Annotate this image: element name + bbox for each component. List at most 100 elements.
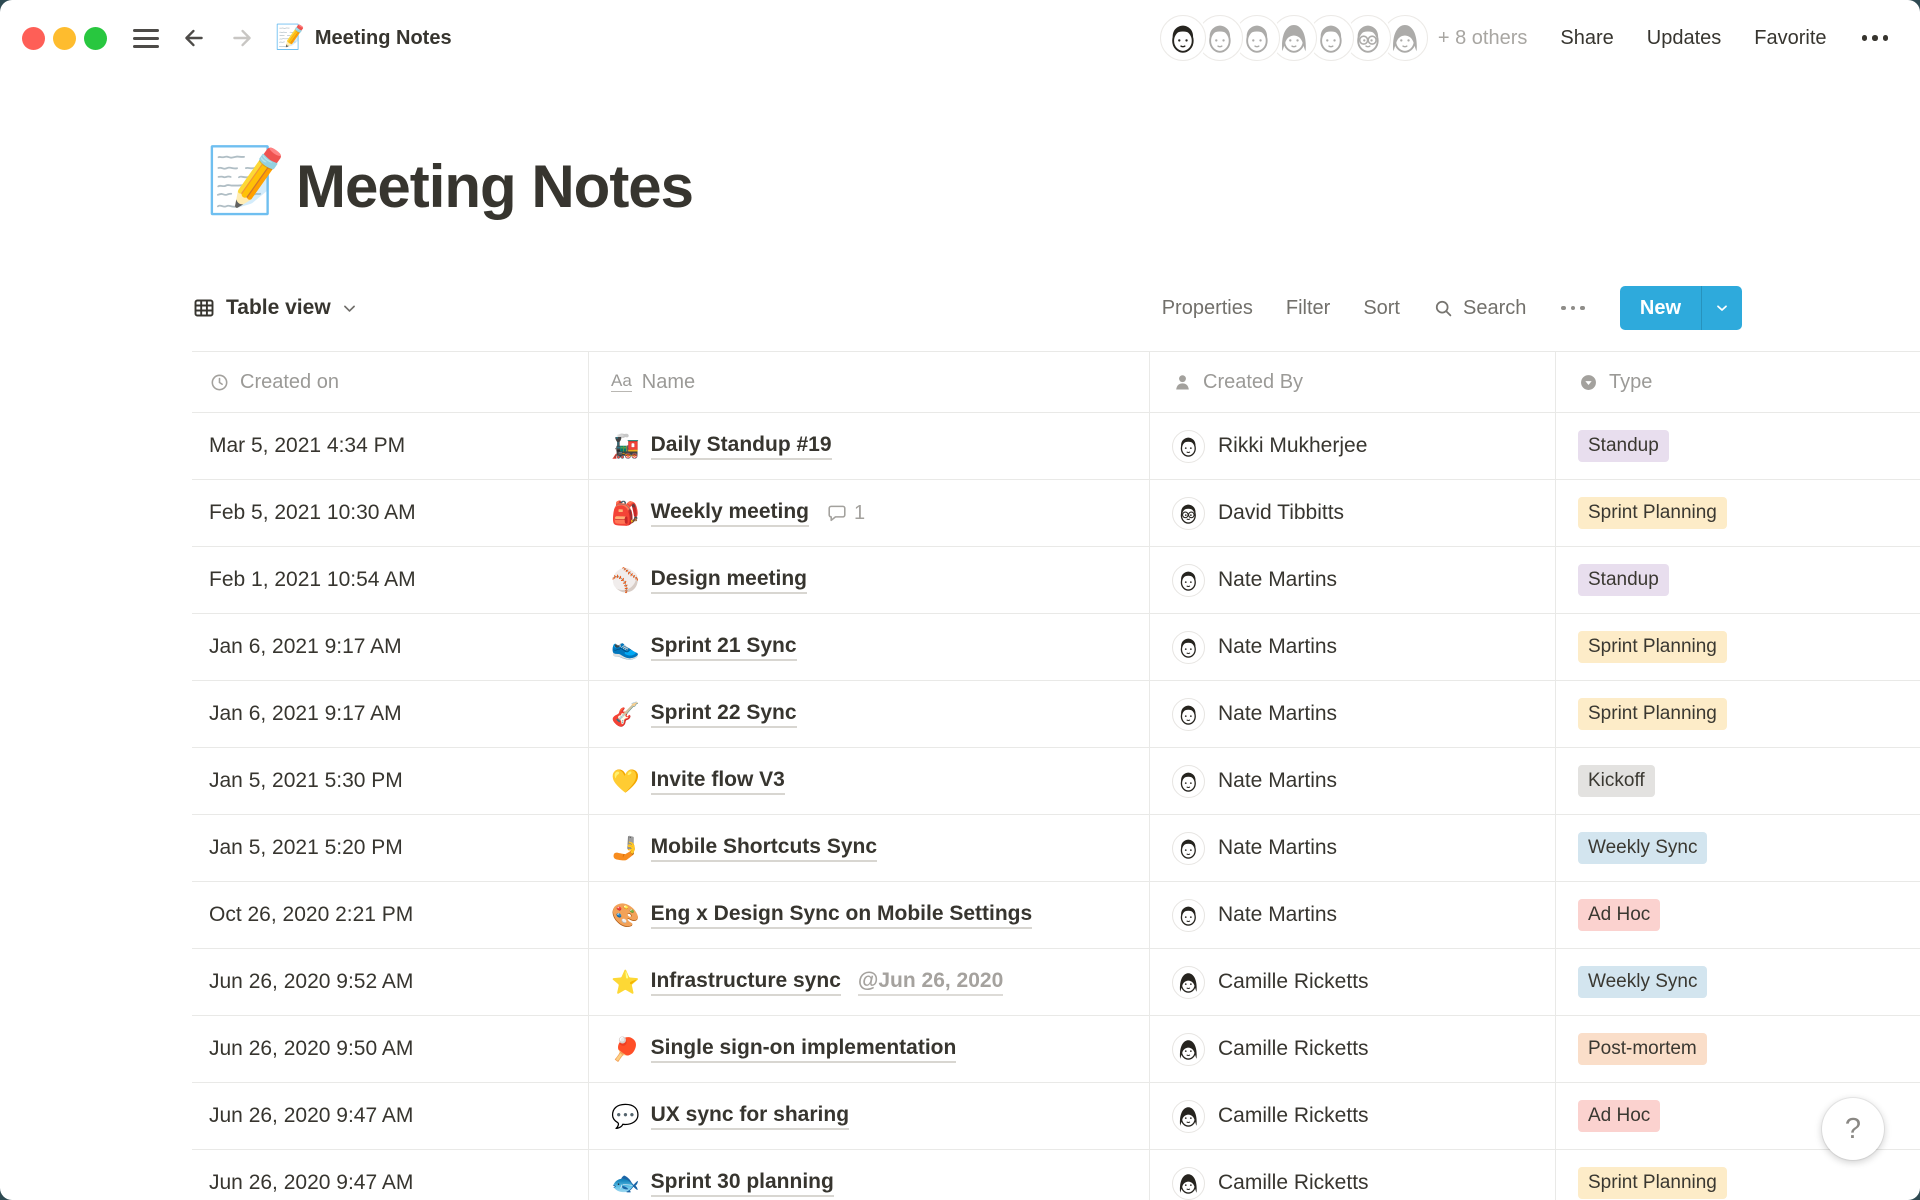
created-on-cell[interactable]: Jan 5, 2021 5:30 PM: [192, 748, 589, 814]
page-link[interactable]: Eng x Design Sync on Mobile Settings: [651, 902, 1033, 929]
breadcrumb[interactable]: 📝 Meeting Notes: [275, 26, 452, 50]
page-link[interactable]: UX sync for sharing: [651, 1103, 849, 1130]
created-on-cell[interactable]: Jun 26, 2020 9:47 AM: [192, 1150, 589, 1200]
name-cell[interactable]: 🚂 Daily Standup #19: [589, 413, 1150, 479]
created-on-cell[interactable]: Feb 1, 2021 10:54 AM: [192, 547, 589, 613]
created-on-cell[interactable]: Oct 26, 2020 2:21 PM: [192, 882, 589, 948]
created-on-cell[interactable]: Jan 5, 2021 5:20 PM: [192, 815, 589, 881]
type-cell[interactable]: Sprint Planning: [1556, 681, 1920, 747]
name-cell[interactable]: ⭐ Infrastructure sync @Jun 26, 2020: [589, 949, 1150, 1015]
created-on-cell[interactable]: Feb 5, 2021 10:30 AM: [192, 480, 589, 546]
page-emoji-icon: 💛: [611, 770, 640, 793]
name-cell[interactable]: 💛 Invite flow V3: [589, 748, 1150, 814]
created-by-cell[interactable]: Nate Martins: [1150, 815, 1556, 881]
more-options-icon[interactable]: [1860, 29, 1891, 47]
created-by-cell[interactable]: David Tibbitts: [1150, 480, 1556, 546]
name-cell[interactable]: 🎸Sprint 22 Sync: [589, 681, 1150, 747]
back-button[interactable]: [177, 21, 211, 55]
others-count[interactable]: + 8 others: [1438, 27, 1528, 50]
column-header-type[interactable]: Type: [1556, 352, 1920, 412]
created-on-cell[interactable]: Jun 26, 2020 9:50 AM: [192, 1016, 589, 1082]
date-mention[interactable]: @Jun 26, 2020: [858, 969, 1003, 996]
created-by-cell[interactable]: Nate Martins: [1150, 547, 1556, 613]
created-on-cell[interactable]: Jun 26, 2020 9:52 AM: [192, 949, 589, 1015]
page-link[interactable]: Sprint 21 Sync: [651, 634, 797, 661]
created-by-cell[interactable]: Camille Ricketts: [1150, 1083, 1556, 1149]
page-title[interactable]: Meeting Notes: [296, 152, 693, 221]
new-button[interactable]: New: [1620, 286, 1742, 330]
created-on-cell[interactable]: Mar 5, 2021 4:34 PM: [192, 413, 589, 479]
type-cell[interactable]: Ad Hoc: [1556, 882, 1920, 948]
column-header-created-on[interactable]: Created on: [192, 352, 589, 412]
filter-button[interactable]: Filter: [1286, 297, 1330, 320]
created-by-cell[interactable]: Camille Ricketts: [1150, 949, 1556, 1015]
help-button[interactable]: ?: [1822, 1098, 1884, 1160]
comment-indicator[interactable]: 1: [826, 502, 865, 525]
name-cell[interactable]: 🎨Eng x Design Sync on Mobile Settings: [589, 882, 1150, 948]
created-on-cell[interactable]: Jan 6, 2021 9:17 AM: [192, 614, 589, 680]
name-cell[interactable]: 🏓Single sign-on implementation: [589, 1016, 1150, 1082]
created-by-cell[interactable]: Nate Martins: [1150, 614, 1556, 680]
type-cell[interactable]: Sprint Planning: [1556, 614, 1920, 680]
type-cell[interactable]: Sprint Planning: [1556, 480, 1920, 546]
page-link[interactable]: Invite flow V3: [651, 768, 785, 795]
page-link[interactable]: Weekly meeting: [651, 500, 809, 527]
column-header-name[interactable]: AaName: [589, 352, 1150, 412]
view-switcher[interactable]: Table view: [192, 296, 358, 320]
avatar-stack[interactable]: [1160, 15, 1428, 61]
page-link[interactable]: Design meeting: [651, 567, 807, 594]
page-link[interactable]: Mobile Shortcuts Sync: [651, 835, 877, 862]
page-link[interactable]: Infrastructure sync: [651, 969, 841, 996]
name-cell[interactable]: 👟Sprint 21 Sync: [589, 614, 1150, 680]
type-cell[interactable]: Weekly Sync: [1556, 815, 1920, 881]
view-options-icon[interactable]: [1559, 300, 1587, 317]
type-cell[interactable]: Kickoff: [1556, 748, 1920, 814]
created-by-cell[interactable]: Nate Martins: [1150, 748, 1556, 814]
page-link[interactable]: Daily Standup #19: [651, 433, 832, 460]
created-by-cell[interactable]: Rikki Mukherjee: [1150, 413, 1556, 479]
created-by-cell[interactable]: Camille Ricketts: [1150, 1150, 1556, 1200]
page-link[interactable]: Sprint 30 planning: [651, 1170, 834, 1197]
created-by-cell[interactable]: Nate Martins: [1150, 882, 1556, 948]
name-cell[interactable]: 🎒Weekly meeting1: [589, 480, 1150, 546]
zoom-window-button[interactable]: [84, 27, 107, 50]
page-emoji-icon: ⭐: [611, 971, 640, 994]
created-on-cell[interactable]: Jun 26, 2020 9:47 AM: [192, 1083, 589, 1149]
type-tag: Sprint Planning: [1578, 631, 1727, 663]
created-on-cell[interactable]: Jan 6, 2021 9:17 AM: [192, 681, 589, 747]
type-tag: Kickoff: [1578, 765, 1655, 797]
page-emoji-icon: 🤳: [611, 837, 640, 860]
type-cell[interactable]: Standup: [1556, 413, 1920, 479]
column-header-created-by[interactable]: Created By: [1150, 352, 1556, 412]
page-link[interactable]: Sprint 22 Sync: [651, 701, 797, 728]
type-cell[interactable]: Sprint Planning: [1556, 1150, 1920, 1200]
type-cell[interactable]: Weekly Sync: [1556, 949, 1920, 1015]
new-button-dropdown[interactable]: [1701, 286, 1742, 330]
forward-button[interactable]: [225, 21, 259, 55]
name-cell[interactable]: ⚾Design meeting: [589, 547, 1150, 613]
sort-button[interactable]: Sort: [1363, 297, 1400, 320]
share-button[interactable]: Share: [1560, 27, 1613, 50]
updates-button[interactable]: Updates: [1647, 27, 1722, 50]
sketch-avatar-man[interactable]: [1160, 15, 1206, 61]
page-icon[interactable]: 📝: [206, 148, 286, 212]
properties-button[interactable]: Properties: [1162, 297, 1253, 320]
name-cell[interactable]: 💬UX sync for sharing: [589, 1083, 1150, 1149]
created-on-value: Jan 6, 2021 9:17 AM: [209, 702, 402, 726]
page-emoji-icon: 🚂: [611, 435, 640, 458]
name-cell[interactable]: 🤳 Mobile Shortcuts Sync: [589, 815, 1150, 881]
table-row: Feb 1, 2021 10:54 AM⚾Design meetingNate …: [192, 546, 1920, 613]
search-button[interactable]: Search: [1433, 297, 1526, 320]
type-cell[interactable]: Standup: [1556, 547, 1920, 613]
created-by-cell[interactable]: Camille Ricketts: [1150, 1016, 1556, 1082]
new-button-label[interactable]: New: [1620, 286, 1701, 330]
page-link[interactable]: Single sign-on implementation: [651, 1036, 957, 1063]
created-by-cell[interactable]: Nate Martins: [1150, 681, 1556, 747]
sidebar-menu-icon[interactable]: [129, 25, 163, 52]
notion-window: 📝 Meeting Notes + 8 others Share Updates…: [0, 0, 1920, 1200]
close-window-button[interactable]: [22, 27, 45, 50]
type-cell[interactable]: Post-mortem: [1556, 1016, 1920, 1082]
minimize-window-button[interactable]: [53, 27, 76, 50]
name-cell[interactable]: 🐟Sprint 30 planning: [589, 1150, 1150, 1200]
favorite-button[interactable]: Favorite: [1754, 27, 1826, 50]
